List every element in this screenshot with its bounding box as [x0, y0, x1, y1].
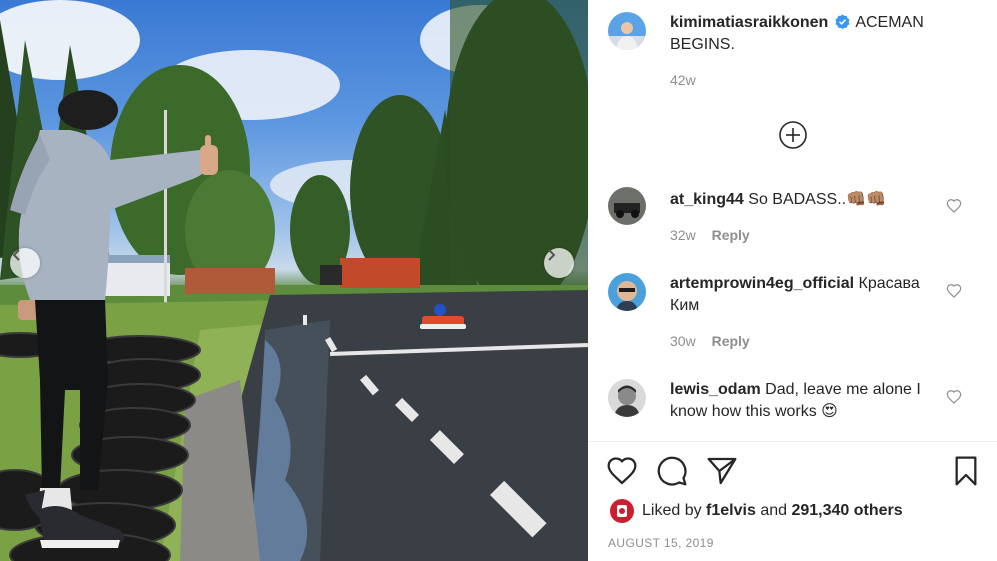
liker-avatar[interactable] [610, 499, 634, 523]
comment-like-heart-icon[interactable] [946, 198, 962, 214]
comment-like-heart-icon[interactable] [946, 389, 962, 405]
post-age[interactable]: 42w [670, 72, 696, 88]
comment-meta: 32w Reply [670, 227, 750, 243]
comment-bubble-icon[interactable] [656, 455, 688, 487]
author-avatar[interactable] [608, 12, 646, 50]
post-photo[interactable] [0, 0, 588, 561]
commenter-avatar[interactable] [608, 379, 646, 417]
chevron-right-icon [548, 249, 556, 261]
liker-username[interactable]: f1elvis [706, 502, 756, 520]
plus-circle-icon[interactable] [778, 120, 808, 150]
verified-badge-icon [835, 14, 850, 29]
likes-summary: Liked by f1elvis and 291,340 others [610, 498, 903, 524]
commenter-avatar[interactable] [608, 187, 646, 225]
likes-prefix: Liked by [642, 502, 702, 519]
heart-icon[interactable] [606, 455, 638, 487]
commenter-avatar[interactable] [608, 273, 646, 311]
comment-2: artemprowin4eg_official Красава Ким [670, 273, 940, 317]
likes-count[interactable]: 291,340 others [791, 502, 902, 520]
comment-username[interactable]: artemprowin4eg_official [670, 275, 854, 292]
photo-scene [0, 0, 588, 561]
reply-button[interactable]: Reply [712, 227, 750, 243]
actions-divider [588, 441, 997, 442]
author-username[interactable]: kimimatiasraikkonen [670, 14, 828, 31]
chevron-left-icon [12, 249, 20, 261]
comment-emoji: 👊🏽👊🏽 [846, 191, 886, 208]
comments-panel: kimimatiasraikkonen ACEMAN BEGINS. 42w a… [588, 0, 997, 561]
comment-body: So BADASS.. [748, 191, 847, 208]
previous-photo-button[interactable] [10, 248, 40, 278]
bookmark-icon[interactable] [950, 455, 982, 487]
next-photo-button[interactable] [544, 248, 574, 278]
comment-1: at_king44 So BADASS..👊🏽👊🏽 [670, 189, 940, 211]
comment-meta: 30w Reply [670, 333, 750, 349]
comment-age[interactable]: 30w [670, 333, 696, 349]
likes-and: and [760, 502, 788, 519]
comment-age[interactable]: 32w [670, 227, 696, 243]
reply-button[interactable]: Reply [712, 333, 750, 349]
post-date[interactable]: AUGUST 15, 2019 [608, 536, 714, 550]
comment-username[interactable]: lewis_odam [670, 381, 761, 398]
comment-3: lewis_odam Dad, leave me alone I know ho… [670, 379, 940, 423]
post-caption: kimimatiasraikkonen ACEMAN BEGINS. [670, 12, 980, 56]
paper-plane-icon[interactable] [706, 455, 738, 487]
comment-like-heart-icon[interactable] [946, 283, 962, 299]
comment-username[interactable]: at_king44 [670, 191, 744, 208]
comment-emoji: 😍 [821, 403, 838, 420]
